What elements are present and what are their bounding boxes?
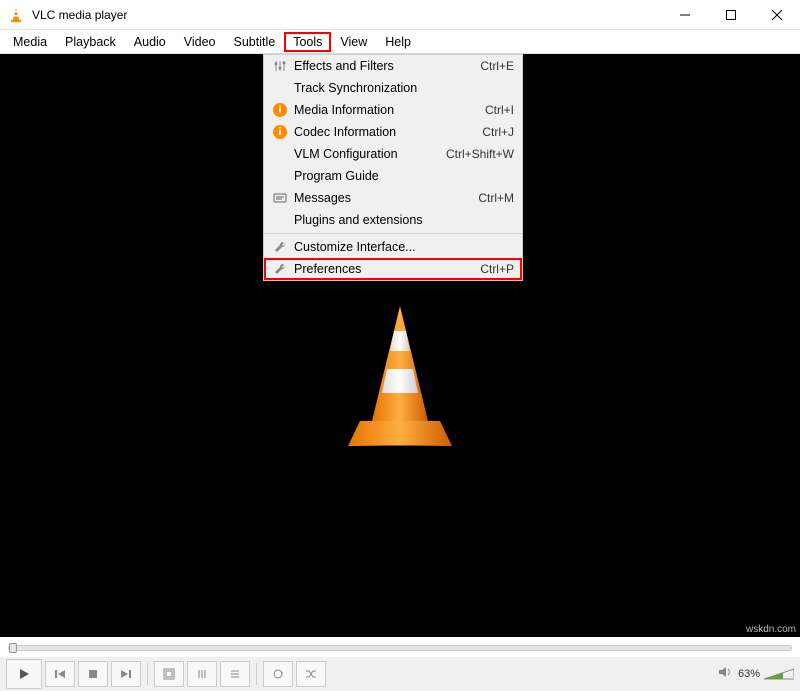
watermark: wskdn.com bbox=[746, 624, 796, 635]
window-title: VLC media player bbox=[32, 8, 662, 22]
play-button[interactable] bbox=[6, 659, 42, 689]
menu-item-label: Codec Information bbox=[290, 125, 482, 139]
menu-separator bbox=[264, 233, 522, 234]
volume-slider[interactable] bbox=[764, 667, 794, 681]
menu-plugins-extensions[interactable]: Plugins and extensions bbox=[264, 209, 522, 231]
previous-button[interactable] bbox=[45, 661, 75, 687]
menu-item-label: Preferences bbox=[290, 262, 480, 276]
menu-codec-information[interactable]: i Codec Information Ctrl+J bbox=[264, 121, 522, 143]
menu-effects-filters[interactable]: Effects and Filters Ctrl+E bbox=[264, 55, 522, 77]
menu-customize-interface[interactable]: Customize Interface... bbox=[264, 236, 522, 258]
sliders-icon bbox=[270, 59, 290, 73]
control-separator bbox=[147, 663, 148, 685]
menu-video[interactable]: Video bbox=[175, 32, 225, 52]
menu-item-label: Program Guide bbox=[290, 169, 514, 183]
playlist-button[interactable] bbox=[220, 661, 250, 687]
volume-percent: 63% bbox=[738, 668, 760, 680]
extended-settings-button[interactable] bbox=[187, 661, 217, 687]
titlebar: VLC media player bbox=[0, 0, 800, 30]
menu-item-label: Effects and Filters bbox=[290, 59, 480, 73]
speaker-icon[interactable] bbox=[718, 665, 734, 684]
wrench-icon bbox=[270, 240, 290, 254]
seek-handle[interactable] bbox=[9, 643, 17, 653]
menu-item-label: Track Synchronization bbox=[290, 81, 514, 95]
random-button[interactable] bbox=[296, 661, 326, 687]
wrench-icon bbox=[270, 262, 290, 276]
menu-media-information[interactable]: i Media Information Ctrl+I bbox=[264, 99, 522, 121]
info-icon: i bbox=[270, 125, 290, 139]
loop-button[interactable] bbox=[263, 661, 293, 687]
menu-item-shortcut: Ctrl+I bbox=[485, 103, 514, 117]
stop-button[interactable] bbox=[78, 661, 108, 687]
tools-dropdown: Effects and Filters Ctrl+E Track Synchro… bbox=[263, 54, 523, 281]
menu-playback[interactable]: Playback bbox=[56, 32, 125, 52]
menu-preferences[interactable]: Preferences Ctrl+P bbox=[264, 258, 522, 280]
info-icon: i bbox=[270, 103, 290, 117]
menu-item-label: Customize Interface... bbox=[290, 240, 514, 254]
close-button[interactable] bbox=[754, 0, 800, 29]
messages-icon bbox=[270, 193, 290, 203]
menu-item-label: VLM Configuration bbox=[290, 147, 446, 161]
menu-subtitle[interactable]: Subtitle bbox=[225, 32, 285, 52]
menu-tools[interactable]: Tools bbox=[284, 32, 331, 52]
vlc-cone-icon bbox=[8, 7, 24, 23]
volume-control[interactable]: 63% bbox=[718, 665, 794, 684]
next-button[interactable] bbox=[111, 661, 141, 687]
menu-item-shortcut: Ctrl+Shift+W bbox=[446, 147, 514, 161]
control-separator bbox=[256, 663, 257, 685]
fullscreen-button[interactable] bbox=[154, 661, 184, 687]
menu-item-shortcut: Ctrl+E bbox=[480, 59, 514, 73]
playback-controls: 63% bbox=[0, 657, 800, 691]
minimize-button[interactable] bbox=[662, 0, 708, 29]
menu-item-shortcut: Ctrl+J bbox=[482, 125, 514, 139]
menu-item-shortcut: Ctrl+M bbox=[478, 191, 514, 205]
menu-program-guide[interactable]: Program Guide bbox=[264, 165, 522, 187]
seek-bar[interactable] bbox=[8, 641, 792, 655]
menu-item-label: Media Information bbox=[290, 103, 485, 117]
seek-track[interactable] bbox=[8, 645, 792, 651]
menu-media[interactable]: Media bbox=[4, 32, 56, 52]
vlc-cone-logo bbox=[340, 301, 460, 451]
menu-item-label: Messages bbox=[290, 191, 478, 205]
menu-vlm-configuration[interactable]: VLM Configuration Ctrl+Shift+W bbox=[264, 143, 522, 165]
maximize-button[interactable] bbox=[708, 0, 754, 29]
menu-messages[interactable]: Messages Ctrl+M bbox=[264, 187, 522, 209]
menu-item-label: Plugins and extensions bbox=[290, 213, 514, 227]
menu-item-shortcut: Ctrl+P bbox=[480, 262, 514, 276]
menubar: Media Playback Audio Video Subtitle Tool… bbox=[0, 30, 800, 54]
menu-view[interactable]: View bbox=[331, 32, 376, 52]
menu-help[interactable]: Help bbox=[376, 32, 420, 52]
menu-audio[interactable]: Audio bbox=[125, 32, 175, 52]
menu-track-sync[interactable]: Track Synchronization bbox=[264, 77, 522, 99]
